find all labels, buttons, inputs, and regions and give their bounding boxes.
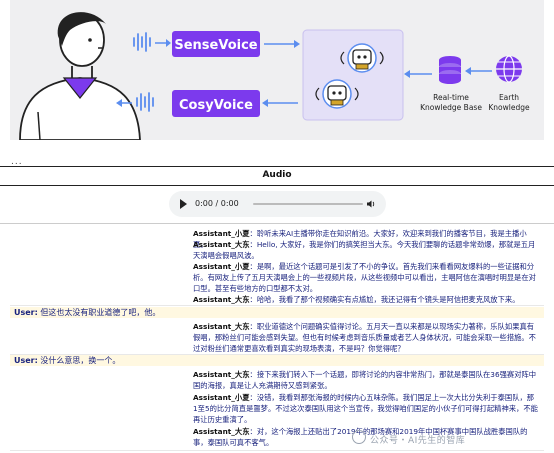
globe-icon <box>496 55 522 83</box>
transcript-line: Assistant_大东：哈哈，我看了那个视频确实有点尴尬，我还记得有个镜头是阿… <box>193 295 520 304</box>
earth-knowledge-label-line1: Earth <box>499 93 519 102</box>
database-icon <box>439 56 461 84</box>
sensevoice-label: SenseVoice <box>174 38 257 53</box>
earth-knowledge-label-line2: Knowledge <box>488 103 530 112</box>
transcript-line: Assistant_大东：职业道德这个问题确实值得讨论。五月天一直以来都是以现场… <box>193 322 536 353</box>
cosyvoice-label: CosyVoice <box>179 98 253 113</box>
volume-icon[interactable] <box>366 199 376 209</box>
play-icon[interactable] <box>180 199 187 209</box>
transcript-line: Assistant_小夏：是啊，最近这个话题可是引发了不小的争议。首先我们来看看… <box>193 262 536 293</box>
watermark-logo-icon <box>352 430 366 444</box>
table-header-rule <box>0 185 554 186</box>
knowledge-base-label-line1: Real-time <box>433 93 469 102</box>
table-top-rule <box>0 166 554 167</box>
transcript-line: Assistant_大东：接下来我们转入下一个话题，即将讨论的内容非常热门，那就… <box>193 370 537 390</box>
person-illustration <box>19 12 141 141</box>
audio-column-header: Audio <box>262 170 292 180</box>
voice-wave-icon <box>136 92 154 112</box>
audio-progress-track[interactable] <box>253 203 363 205</box>
watermark-text: 公众号・AI先生的智库 <box>370 436 466 446</box>
transcript-block: Assistant_小夏：聆听未来AI主播带你走在知识前沿。大家好，欢迎来到我们… <box>10 226 544 306</box>
architecture-banner: SenseVoice CosyVoice Real-time Knowledge… <box>10 0 544 141</box>
user-turn: User: 没什么意思，换一个。 <box>10 355 544 366</box>
transcript-line: Assistant_大东：Hello, 大家好，我是你们的搞笑担当大东。今天我们… <box>193 240 536 260</box>
transcript-block: Assistant_大东：职业道德这个问题确实值得讨论。五月天一直以来都是以现场… <box>10 320 544 355</box>
voice-wave-icon <box>133 32 151 52</box>
audio-time: 0:00 / 0:00 <box>195 199 239 208</box>
audio-player[interactable]: 0:00 / 0:00 <box>169 191 386 217</box>
architecture-diagram: SenseVoice CosyVoice Real-time Knowledge… <box>19 12 530 141</box>
transcript-line: Assistant_小夏：没错，我看到那张海报的时候内心五味杂陈。我们国足上一次… <box>193 393 538 424</box>
table-row-rule <box>0 223 554 224</box>
knowledge-base-label-line2: Knowledge Base <box>420 103 482 112</box>
user-turn: User: 但这也太没有职业道德了吧，他。 <box>10 307 544 318</box>
host-panel <box>302 29 404 121</box>
